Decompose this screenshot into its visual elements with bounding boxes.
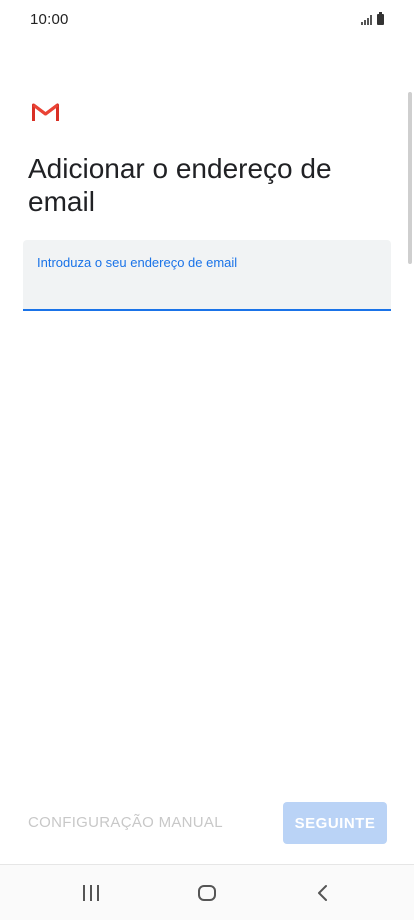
home-button[interactable] xyxy=(177,865,237,920)
recent-apps-button[interactable] xyxy=(61,865,121,920)
home-icon xyxy=(198,885,216,901)
email-input[interactable] xyxy=(37,276,377,302)
next-button[interactable]: SEGUINTE xyxy=(283,802,387,844)
status-time: 10:00 xyxy=(30,10,69,28)
signal-icon xyxy=(361,15,372,25)
back-button[interactable] xyxy=(293,865,353,920)
navigation-bar xyxy=(0,864,414,920)
scrollbar[interactable] xyxy=(408,92,412,264)
recent-apps-icon xyxy=(83,885,99,901)
manual-configuration-button[interactable]: CONFIGURAÇÃO MANUAL xyxy=(28,814,223,831)
status-icons xyxy=(361,12,384,25)
email-field-label: Introduza o seu endereço de email xyxy=(37,255,238,270)
screen: 10:00 Adicionar o endereço de email Intr… xyxy=(0,0,414,920)
back-icon xyxy=(318,885,327,901)
battery-icon xyxy=(377,12,384,25)
gmail-icon xyxy=(32,103,59,121)
email-field[interactable]: Introduza o seu endereço de email xyxy=(23,240,391,311)
page-title: Adicionar o endereço de email xyxy=(28,153,332,217)
status-bar: 10:00 xyxy=(0,0,414,38)
